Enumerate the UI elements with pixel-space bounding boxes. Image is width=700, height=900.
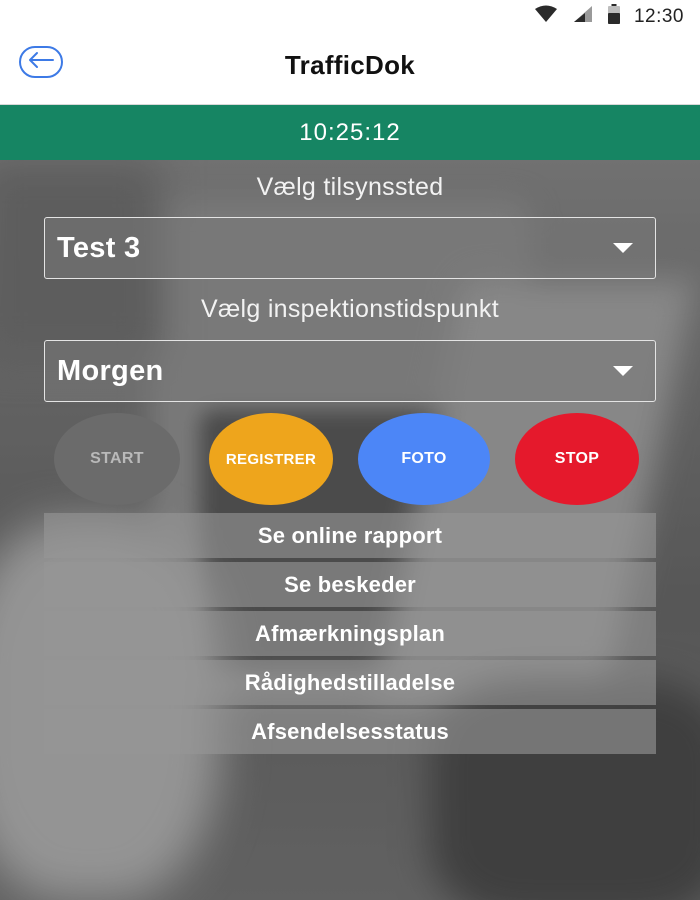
app-header: TrafficDok: [0, 32, 700, 105]
inspection-time-selected-value: Morgen: [57, 354, 164, 387]
foto-button[interactable]: FOTO: [358, 413, 490, 505]
timer-value: 10:25:12: [299, 118, 401, 146]
inspection-time-label: Vælg inspektionstidspunkt: [201, 295, 499, 323]
site-dropdown[interactable]: Test 3: [44, 217, 656, 279]
registrer-button[interactable]: REGISTRER: [209, 413, 333, 505]
chevron-down-icon: [613, 243, 633, 253]
cell-signal-icon: [572, 5, 594, 28]
status-icons: 12:30: [534, 4, 684, 29]
site-selected-value: Test 3: [57, 231, 141, 264]
start-button[interactable]: START: [54, 413, 180, 505]
stop-button[interactable]: STOP: [515, 413, 639, 505]
action-menu: Se online rapport Se beskeder Afmærkning…: [44, 513, 656, 758]
timer-bar: 10:25:12: [0, 105, 700, 160]
site-label: Vælg tilsynssted: [256, 173, 444, 201]
status-time: 12:30: [633, 5, 684, 27]
chevron-down-icon: [613, 366, 633, 376]
menu-item-permit[interactable]: Rådighedstilladelse: [44, 660, 656, 705]
status-bar: 12:30: [0, 0, 700, 32]
menu-item-marking-plan[interactable]: Afmærkningsplan: [44, 611, 656, 656]
menu-item-messages[interactable]: Se beskeder: [44, 562, 656, 607]
battery-icon: [607, 4, 620, 29]
menu-item-send-status[interactable]: Afsendelsesstatus: [44, 709, 656, 754]
wifi-icon: [534, 5, 558, 28]
inspection-time-dropdown[interactable]: Morgen: [44, 340, 656, 402]
menu-item-online-report[interactable]: Se online rapport: [44, 513, 656, 558]
page-title: TrafficDok: [284, 50, 416, 80]
